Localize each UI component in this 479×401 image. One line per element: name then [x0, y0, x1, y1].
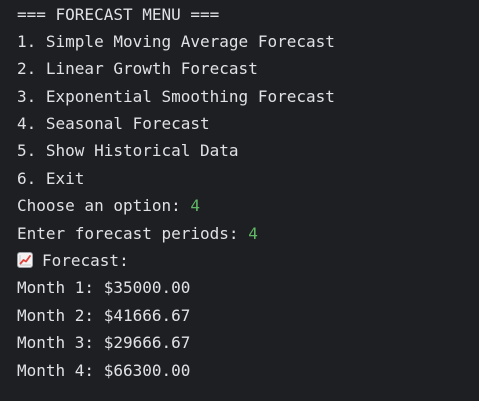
chart-increasing-icon — [17, 252, 33, 269]
forecast-result-month-2: Month 2: $41666.67 — [17, 305, 191, 325]
menu-item-exit: 6. Exit — [17, 168, 85, 188]
forecast-result-month-4: Month 4: $66300.00 — [17, 360, 191, 380]
periods-prompt-line: Enter forecast periods: 4 — [17, 220, 472, 247]
menu-header: === FORECAST MENU === — [17, 4, 220, 24]
menu-item-historical-data: 5. Show Historical Data — [17, 141, 239, 161]
option-prompt-line: Choose an option: 4 — [17, 192, 472, 219]
forecast-label: Forecast: — [42, 251, 129, 271]
periods-input-value: 4 — [248, 223, 258, 243]
console-output: === FORECAST MENU === 1. Simple Moving A… — [17, 0, 472, 384]
forecast-result-month-1: Month 1: $35000.00 — [17, 278, 191, 298]
menu-item-linear-growth: 2. Linear Growth Forecast — [17, 59, 258, 79]
option-prompt: Choose an option: — [17, 196, 191, 216]
forecast-heading: Forecast: — [17, 247, 472, 274]
periods-prompt: Enter forecast periods: — [17, 223, 249, 243]
menu-item-simple-moving-average: 1. Simple Moving Average Forecast — [17, 31, 335, 51]
forecast-result-month-3: Month 3: $29666.67 — [17, 333, 191, 353]
menu-item-seasonal: 4. Seasonal Forecast — [17, 114, 210, 134]
option-input-value: 4 — [190, 196, 201, 216]
menu-item-exponential-smoothing: 3. Exponential Smoothing Forecast — [17, 86, 335, 106]
